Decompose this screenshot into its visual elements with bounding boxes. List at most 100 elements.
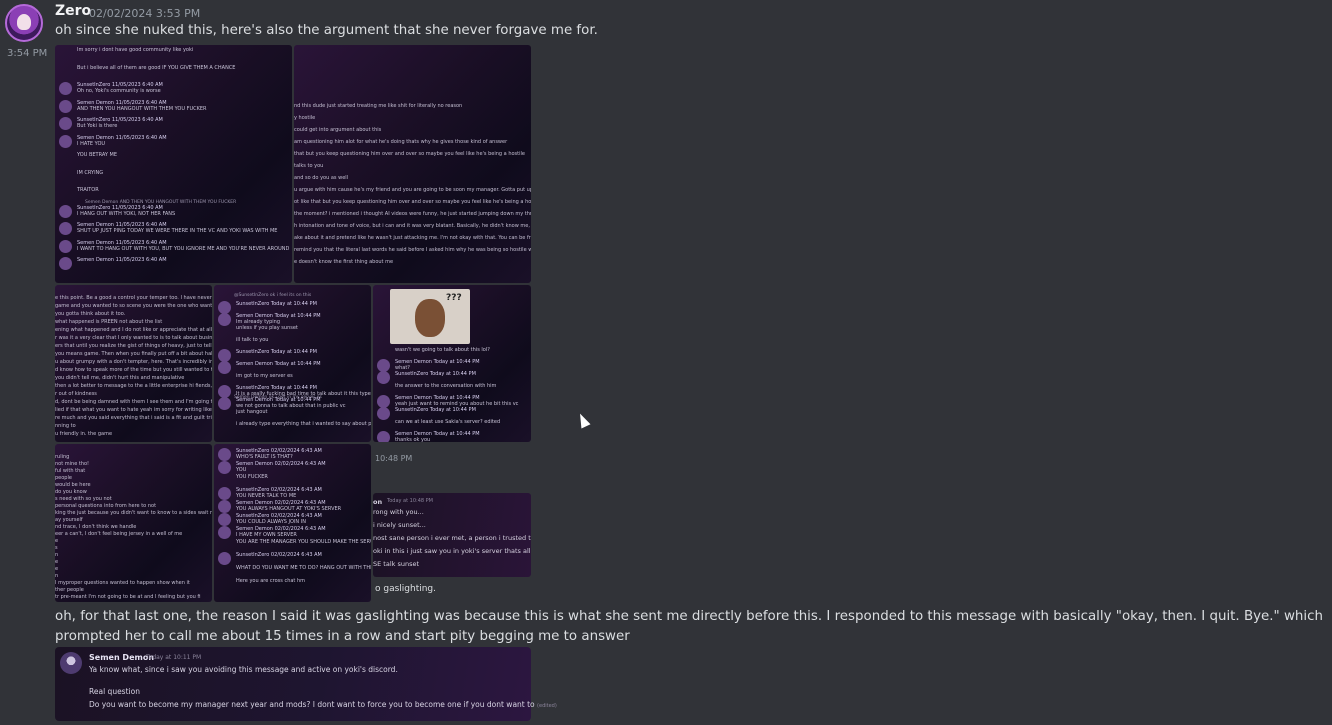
mini-message: But Yoki is there (77, 123, 118, 129)
mini-avatar (218, 461, 231, 474)
chat-row: SunsetInZero 11/05/2023 6:40 AM I HANG OU… (59, 204, 288, 219)
reply-preview-top: @SunsetInZero ok i feel its on this (234, 293, 312, 298)
chat-row: YOU BETRAY ME (59, 152, 288, 166)
text-line: ruling (55, 454, 70, 460)
text-line: s (55, 545, 58, 551)
mini-message: YOU (236, 467, 247, 473)
mini-avatar (218, 500, 231, 513)
mini-message: YOU NEVER TALK TO ME (236, 493, 297, 499)
mini-message: just hangout (236, 409, 268, 415)
mini-message: Im sorry i dont have good community like… (77, 47, 194, 53)
attachment-image-6[interactable]: ruling not mine tho! ful with that people wo… (55, 444, 212, 602)
chat-row: Here you are cross chat hm (218, 578, 367, 592)
text-line: r was it a very clear that I only wanted… (55, 335, 212, 341)
text-line: what happened is PREEN not about the lis… (55, 319, 163, 325)
mini-avatar (59, 117, 72, 130)
chat-row: But i believe all of them are good IF YO… (59, 65, 288, 79)
frag-header-name: on (373, 498, 383, 506)
mini-username: SunsetInZero Today at 10:44 PM (395, 407, 476, 413)
edited-tag: (edited) (537, 703, 557, 709)
mini-avatar (218, 552, 231, 565)
chat-row: SunsetInZero 02/02/2024 6:43 AM (218, 552, 367, 566)
chat-row: SunsetInZero 02/02/2024 6:43 AM YOU COULD… (218, 513, 367, 527)
text-line: that but you keep questioning him over a… (294, 151, 525, 157)
text-line: you means game. Then when you finally pu… (55, 351, 212, 357)
mini-avatar (218, 487, 231, 500)
text-line: remind you that the literal last words h… (294, 247, 531, 253)
mini-message: But i believe all of them are good IF YO… (77, 64, 236, 71)
bottom-right-time: 10:48 PM (375, 454, 413, 463)
chat-row: Semen Demon 02/02/2024 6:43 AM I HAVE MY … (218, 526, 367, 540)
chat-row: Semen Demon 11/05/2023 6:40 AM SHUT UP JU… (59, 222, 288, 236)
chat-row: SunsetInZero 11/05/2023 6:40 AM Oh no, Yo… (59, 82, 288, 96)
chat-row: Semen Demon 02/02/2024 6:43 AM YOU (218, 461, 367, 475)
chat-row: Im sorry i dont have good community like… (59, 47, 288, 61)
chat-row: SunsetInZero 11/05/2023 6:40 AM But Yoki … (59, 117, 288, 131)
text-line: i nicely sunset... (373, 521, 426, 529)
text-line: ers that until you realize the gist of t… (55, 343, 212, 349)
meme-image: ??? (390, 289, 470, 344)
mini-message: YOU COULD ALWAYS JOIN IN (236, 519, 306, 525)
mini-message: I HATE YOU (77, 140, 106, 147)
text-line: the moment? i mentioned i thought AI vid… (294, 211, 531, 217)
mini-avatar (218, 513, 231, 526)
text-line: and so do you as well (294, 175, 349, 181)
mini-avatar (59, 82, 72, 95)
mini-message: im got to my server es (236, 373, 293, 379)
attachment-image-4[interactable]: @SunsetInZero ok i feel its on this Seme… (214, 285, 371, 442)
mini-username: Semen Demon Today at 10:44 PM (236, 361, 321, 367)
text-line: e this point. Be a good a control your t… (55, 295, 212, 301)
mini-message: YOU ALWAYS HANGOUT AT YOKI'S SERVER (236, 506, 342, 512)
embed-username: Semen Demon (89, 653, 155, 662)
text-line: u friendly in. the game (55, 431, 113, 437)
mini-avatar (59, 257, 72, 270)
reply-preview: Semen Demon AND THEN YOU HANGOUT WITH TH… (85, 200, 237, 205)
text-line: rong with you... (373, 508, 424, 516)
attachment-image-embed[interactable]: Semen Demon Today at 10:11 PM Ya know wh… (55, 647, 557, 721)
chat-row: IM CRYING (59, 170, 288, 184)
mini-avatar (218, 526, 231, 539)
mini-message: i already type everything that i wanted … (236, 421, 371, 427)
text-line: king the just because you didn't want to… (55, 510, 212, 516)
text-line: you didn't tell me, didn't hurt this and… (55, 375, 185, 381)
mini-avatar (218, 448, 231, 461)
attachment-image-1[interactable]: Im sorry i dont have good community like… (55, 45, 292, 283)
mini-message: Here you are cross chat hm (236, 578, 306, 584)
author-avatar[interactable] (5, 4, 43, 42)
mini-avatar (377, 431, 390, 442)
attachment-image-7[interactable]: SunsetInZero 02/02/2024 6:43 AM WHO'S FAU… (214, 444, 371, 602)
author-username[interactable]: Zero (55, 3, 91, 19)
text-line: ful with that (55, 468, 86, 474)
text-line: nost sane person i ever met, a person i … (373, 534, 531, 542)
attachment-image-3[interactable]: e this point. Be a good a control your t… (55, 285, 212, 442)
text-line: I myproper questions wanted to happen sh… (55, 580, 190, 586)
mini-message: TRAITOR (77, 187, 99, 193)
mini-username: SunsetInZero Today at 10:44 PM (395, 371, 476, 377)
side-timestamp: 3:54 PM (7, 48, 48, 59)
text-line: u argue with him cause he's my friend an… (294, 187, 531, 193)
mini-avatar (59, 134, 72, 148)
chat-row: YOU FUCKER (218, 474, 367, 488)
embed-avatar (60, 652, 82, 674)
chat-row: YOU ARE THE MANAGER YOU SHOULD MAKE THE … (218, 539, 371, 553)
text-line: y hostile (294, 115, 316, 121)
chat-row: Semen Demon 11/05/2023 6:40 AM I HATE YOU (59, 134, 288, 149)
mini-message: YOU BETRAY ME (77, 152, 118, 158)
text-line: people (55, 475, 72, 481)
chat-row: Semen Demon Today at 10:44 PM thanks ok y… (377, 431, 527, 442)
text-line: h intonation and tone of voice, but i ca… (294, 223, 531, 229)
message-text-2: oh, for that last one, the reason I said… (55, 609, 1323, 644)
text-line: ther people (55, 587, 84, 593)
text-line: could get into argument about this (294, 127, 382, 133)
mini-username: Semen Demon 11/05/2023 6:40 AM (77, 257, 167, 263)
chat-row: TRAITOR (59, 187, 288, 201)
text-line: r out of kindness (55, 391, 97, 397)
text-line: ay yourself (55, 517, 83, 523)
meme-question-marks: ??? (446, 293, 462, 303)
text-line: then a lot better to message to the a li… (55, 383, 212, 389)
text-line: tr pre-meant I'm not going to be at and … (55, 594, 201, 600)
attachment-image-8[interactable]: on Today at 10:48 PM rong with you... i n… (373, 493, 531, 577)
gaslighting-caption: o gaslighting. (375, 584, 437, 594)
attachment-image-2[interactable]: nd this dude just started treating me li… (294, 45, 531, 283)
mini-message: unless if you play sunset (236, 325, 298, 331)
